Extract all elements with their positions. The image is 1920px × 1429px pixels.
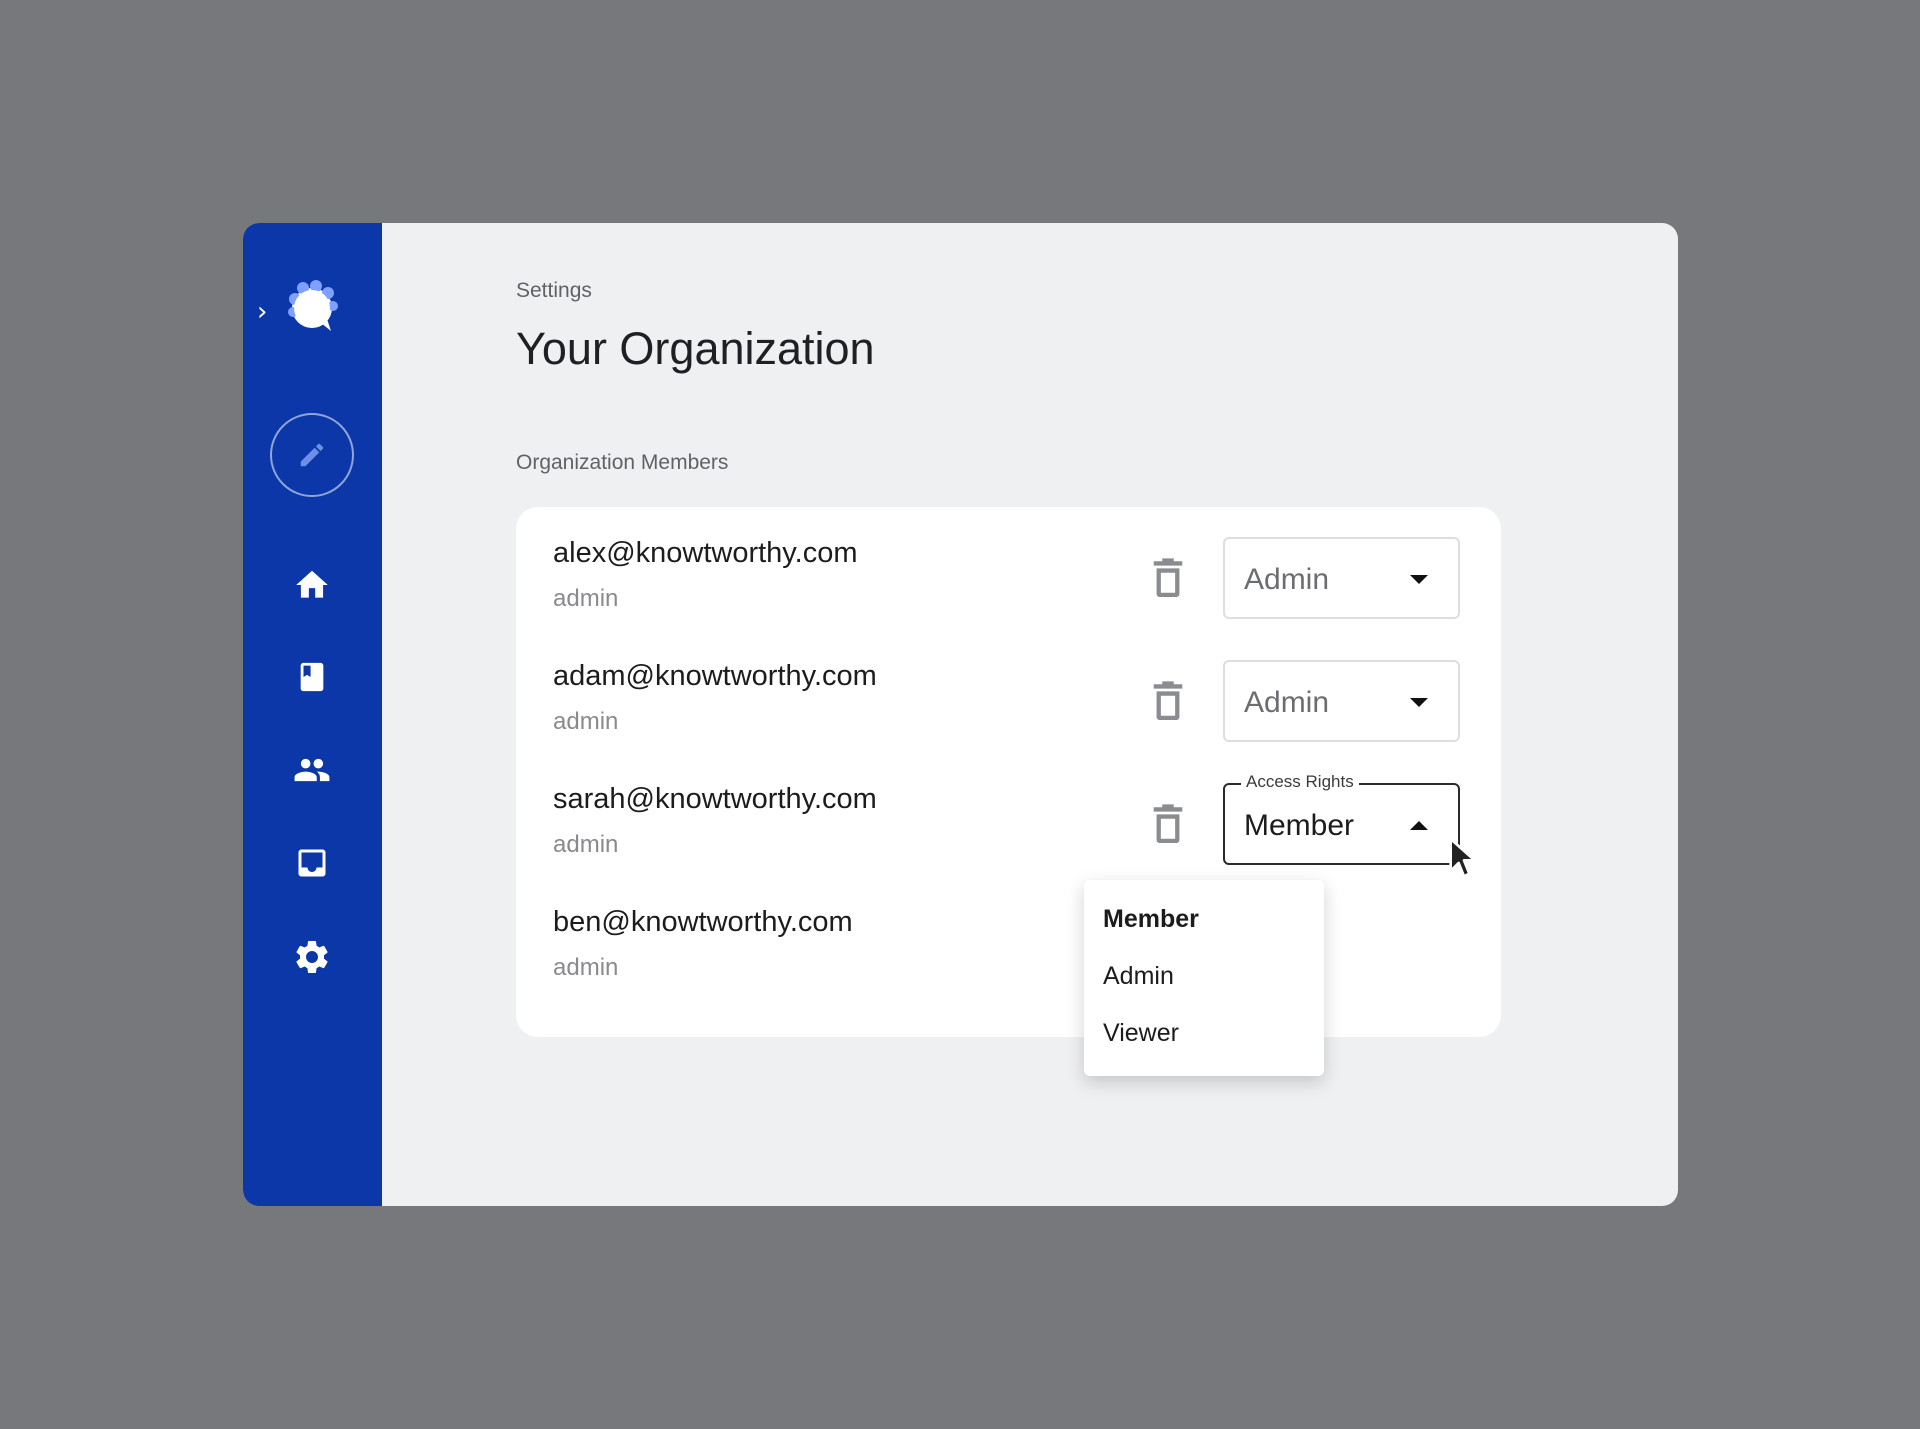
sidebar-item-people[interactable] bbox=[288, 746, 336, 794]
sidebar-item-library[interactable] bbox=[288, 653, 336, 701]
member-row: sarah@knowtworthy.com admin Access Right… bbox=[516, 753, 1501, 876]
access-rights-select[interactable]: Admin bbox=[1223, 660, 1460, 742]
member-email: adam@knowtworthy.com bbox=[553, 660, 877, 692]
logo-icon bbox=[288, 280, 338, 331]
compose-button[interactable] bbox=[270, 413, 354, 497]
caret-up-icon bbox=[1410, 821, 1428, 830]
member-email: alex@knowtworthy.com bbox=[553, 537, 858, 569]
people-icon bbox=[294, 758, 330, 782]
menu-option-viewer[interactable]: Viewer bbox=[1103, 1019, 1179, 1048]
pencil-icon bbox=[300, 443, 324, 467]
member-role: admin bbox=[553, 954, 619, 981]
caret-down-icon bbox=[1410, 698, 1428, 707]
member-email: ben@knowtworthy.com bbox=[553, 906, 853, 938]
menu-option-admin[interactable]: Admin bbox=[1103, 962, 1174, 991]
sidebar-item-home[interactable] bbox=[288, 561, 336, 609]
app-window: › Settings Your Organization Organizatio… bbox=[243, 223, 1678, 1206]
member-email: sarah@knowtworthy.com bbox=[553, 783, 877, 815]
access-rights-label: Access Rights bbox=[1241, 772, 1359, 792]
members-card: alex@knowtworthy.com admin Admin adam@kn… bbox=[516, 507, 1501, 1037]
mouse-cursor-icon bbox=[1449, 837, 1476, 878]
section-title: Organization Members bbox=[516, 451, 729, 474]
member-role: admin bbox=[553, 708, 619, 735]
breadcrumb[interactable]: Settings bbox=[516, 279, 592, 303]
home-icon bbox=[296, 570, 328, 598]
access-rights-menu: Member Admin Viewer bbox=[1084, 880, 1324, 1076]
main-content: Settings Your Organization Organization … bbox=[382, 223, 1678, 1206]
book-icon bbox=[300, 662, 324, 692]
trash-icon[interactable] bbox=[1150, 557, 1186, 597]
sidebar: › bbox=[243, 223, 382, 1206]
menu-option-member[interactable]: Member bbox=[1103, 905, 1199, 934]
access-rights-select[interactable]: Admin bbox=[1223, 537, 1460, 619]
member-row: ben@knowtworthy.com admin bbox=[516, 876, 1501, 999]
trash-icon[interactable] bbox=[1150, 680, 1186, 720]
access-rights-select[interactable]: Access Rights Member bbox=[1223, 772, 1460, 865]
trash-icon[interactable] bbox=[1150, 803, 1186, 843]
member-role: admin bbox=[553, 831, 619, 858]
member-row: alex@knowtworthy.com admin Admin bbox=[516, 507, 1501, 630]
member-row: adam@knowtworthy.com admin Admin bbox=[516, 630, 1501, 753]
caret-down-icon bbox=[1410, 575, 1428, 584]
expand-sidebar-button[interactable]: › bbox=[257, 299, 267, 325]
member-role: admin bbox=[553, 585, 619, 612]
access-rights-value: Admin bbox=[1244, 686, 1330, 719]
sidebar-item-inbox[interactable] bbox=[288, 839, 336, 887]
sidebar-item-settings[interactable] bbox=[288, 933, 336, 981]
gear-icon bbox=[296, 941, 328, 973]
page-title: Your Organization bbox=[516, 323, 875, 374]
inbox-icon bbox=[298, 849, 326, 877]
access-rights-value: Member bbox=[1244, 809, 1355, 842]
access-rights-value: Admin bbox=[1244, 563, 1330, 596]
